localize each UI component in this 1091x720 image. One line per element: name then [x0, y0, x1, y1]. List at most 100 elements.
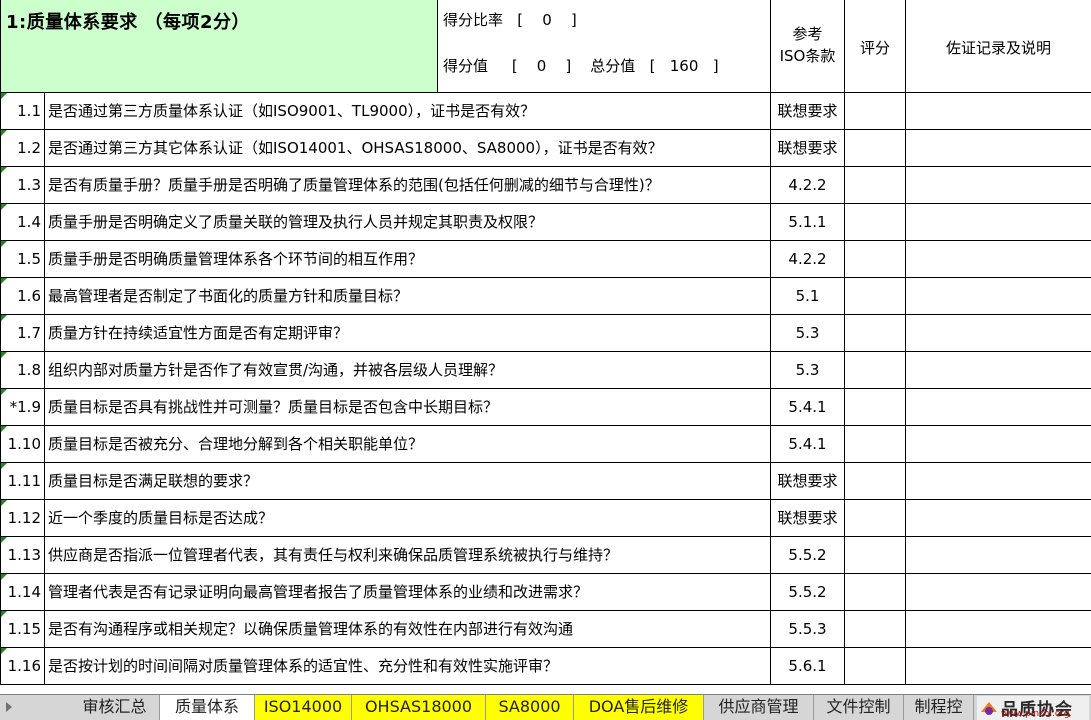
sheet-tab[interactable]: 制程控 [904, 695, 974, 720]
question-cell[interactable]: 是否有质量手册？质量手册是否明确了质量管理体系的范围(包括任何删减的细节与合理性… [45, 167, 771, 203]
question-cell[interactable]: 是否有沟通程序或相关规定？以确保质量管理体系的有效性在内部进行有效沟通 [45, 611, 771, 647]
grade-cell[interactable] [845, 167, 906, 203]
question-cell[interactable]: 质量目标是否满足联想的要求？ [45, 463, 771, 499]
iso-ref-cell[interactable]: 5.3 [771, 352, 845, 388]
note-cell[interactable] [906, 130, 1091, 166]
grade-cell[interactable] [845, 463, 906, 499]
iso-ref-cell[interactable]: 5.3 [771, 315, 845, 351]
note-cell[interactable] [906, 315, 1091, 351]
grade-cell[interactable] [845, 204, 906, 240]
question-cell[interactable]: 供应商是否指派一位管理者代表，其有责任与权利来确保品质管理系统被执行与维持？ [45, 537, 771, 573]
question-cell[interactable]: 质量目标是否被充分、合理地分解到各个相关职能单位？ [45, 426, 771, 462]
ref-column-header[interactable]: 参考 ISO条款 [771, 0, 845, 93]
item-number-cell[interactable]: 1.7 [0, 315, 45, 351]
grade-cell[interactable] [845, 315, 906, 351]
question-cell[interactable]: 是否通过第三方其它体系认证（如ISO14001、OHSAS18000、SA800… [45, 130, 771, 166]
grade-cell[interactable] [845, 500, 906, 536]
item-number-cell[interactable]: 1.2 [0, 130, 45, 166]
question-cell[interactable]: 质量手册是否明确定义了质量关联的管理及执行人员并规定其职责及权限？ [45, 204, 771, 240]
score-summary-cell[interactable]: 得分比率 [ 0 ] 得分值 [ 0 ] 总分值 [ 160 ] [438, 0, 771, 93]
sheet-tab[interactable]: OHSAS18000 [352, 695, 486, 720]
question-cell[interactable]: 质量手册是否明确质量管理体系各个环节间的相互作用？ [45, 241, 771, 277]
note-cell[interactable] [906, 500, 1091, 536]
question-cell[interactable]: 管理者代表是否有记录证明向最高管理者报告了质量管理体系的业绩和改进需求？ [45, 574, 771, 610]
grade-column-header[interactable]: 评分 [845, 0, 906, 93]
item-number-cell[interactable]: 1.16 [0, 648, 45, 684]
note-cell[interactable] [906, 463, 1091, 499]
item-number-cell[interactable]: 1.14 [0, 574, 45, 610]
sheet-tab[interactable]: SA8000 [486, 695, 574, 720]
sheet-tab[interactable]: DOA售后维修 [574, 695, 704, 720]
note-cell[interactable] [906, 389, 1091, 425]
iso-ref-cell[interactable]: 5.5.2 [771, 537, 845, 573]
item-number: 1.14 [7, 583, 41, 601]
iso-ref-cell[interactable]: 联想要求 [771, 463, 845, 499]
iso-ref-cell[interactable]: 5.1 [771, 278, 845, 314]
item-number-cell[interactable]: 1.11 [0, 463, 45, 499]
iso-ref-cell[interactable]: 5.6.1 [771, 648, 845, 684]
note-cell[interactable] [906, 537, 1091, 573]
comment-marker-icon [1, 315, 7, 321]
note-cell[interactable] [906, 574, 1091, 610]
grade-cell[interactable] [845, 574, 906, 610]
section-title-cell[interactable]: 1:质量体系要求 （每项2分） [0, 0, 438, 93]
note-cell[interactable] [906, 204, 1091, 240]
note-cell[interactable] [906, 352, 1091, 388]
grade-cell[interactable] [845, 537, 906, 573]
note-cell[interactable] [906, 93, 1091, 129]
item-number-cell[interactable]: 1.6 [0, 278, 45, 314]
question-cell[interactable]: 组织内部对质量方针是否作了有效宣贯/沟通，并被各层级人员理解？ [45, 352, 771, 388]
question-cell[interactable]: 是否按计划的时间间隔对质量管理体系的适宜性、充分性和有效性实施评审？ [45, 648, 771, 684]
grade-cell[interactable] [845, 278, 906, 314]
note-cell[interactable] [906, 611, 1091, 647]
item-number-cell[interactable]: *1.9 [0, 389, 45, 425]
tab-scroll-right-icon[interactable] [6, 702, 12, 712]
question-cell[interactable]: 最高管理者是否制定了书面化的质量方针和质量目标？ [45, 278, 771, 314]
note-cell[interactable] [906, 426, 1091, 462]
item-number-cell[interactable]: 1.8 [0, 352, 45, 388]
comment-marker-icon [1, 389, 7, 395]
item-number-cell[interactable]: 1.3 [0, 167, 45, 203]
item-number-cell[interactable]: 1.15 [0, 611, 45, 647]
grade-cell[interactable] [845, 241, 906, 277]
note-cell[interactable] [906, 167, 1091, 203]
item-number-cell[interactable]: 1.12 [0, 500, 45, 536]
iso-ref-cell[interactable]: 5.4.1 [771, 426, 845, 462]
grade-cell[interactable] [845, 611, 906, 647]
item-number-cell[interactable]: 1.5 [0, 241, 45, 277]
comment-marker-icon [1, 537, 7, 543]
grade-cell[interactable] [845, 352, 906, 388]
grade-cell[interactable] [845, 93, 906, 129]
sheet-tab[interactable]: 质量体系 [160, 695, 255, 720]
grade-cell[interactable] [845, 130, 906, 166]
item-number-cell[interactable]: 1.1 [0, 93, 45, 129]
iso-ref-cell[interactable]: 5.4.1 [771, 389, 845, 425]
question-cell[interactable]: 质量方针在持续适宜性方面是否有定期评审？ [45, 315, 771, 351]
iso-ref-cell[interactable]: 联想要求 [771, 500, 845, 536]
grade-cell[interactable] [845, 389, 906, 425]
iso-ref-cell[interactable]: 联想要求 [771, 93, 845, 129]
iso-ref-cell[interactable]: 联想要求 [771, 130, 845, 166]
item-number-cell[interactable]: 1.13 [0, 537, 45, 573]
item-number-cell[interactable]: 1.4 [0, 204, 45, 240]
sheet-tab[interactable]: 审核汇总 [70, 695, 160, 720]
iso-ref-cell[interactable]: 5.5.2 [771, 574, 845, 610]
sheet-tab[interactable]: 供应商管理 [704, 695, 814, 720]
sheet-tab[interactable]: ISO14000 [255, 695, 352, 720]
note-cell[interactable] [906, 241, 1091, 277]
note-cell[interactable] [906, 648, 1091, 684]
score-value-line: 得分值 [ 0 ] 总分值 [ 160 ] [443, 57, 719, 75]
iso-ref-cell[interactable]: 4.2.2 [771, 241, 845, 277]
question-cell[interactable]: 质量目标是否具有挑战性并可测量？质量目标是否包含中长期目标？ [45, 389, 771, 425]
grade-cell[interactable] [845, 426, 906, 462]
sheet-tab[interactable]: 文件控制 [814, 695, 904, 720]
iso-ref-cell[interactable]: 5.5.3 [771, 611, 845, 647]
question-cell[interactable]: 近一个季度的质量目标是否达成？ [45, 500, 771, 536]
note-cell[interactable] [906, 278, 1091, 314]
iso-ref-cell[interactable]: 4.2.2 [771, 167, 845, 203]
question-cell[interactable]: 是否通过第三方质量体系认证（如ISO9001、TL9000），证书是否有效？ [45, 93, 771, 129]
note-column-header[interactable]: 佐证记录及说明 [906, 0, 1091, 93]
item-number-cell[interactable]: 1.10 [0, 426, 45, 462]
iso-ref-cell[interactable]: 5.1.1 [771, 204, 845, 240]
grade-cell[interactable] [845, 648, 906, 684]
